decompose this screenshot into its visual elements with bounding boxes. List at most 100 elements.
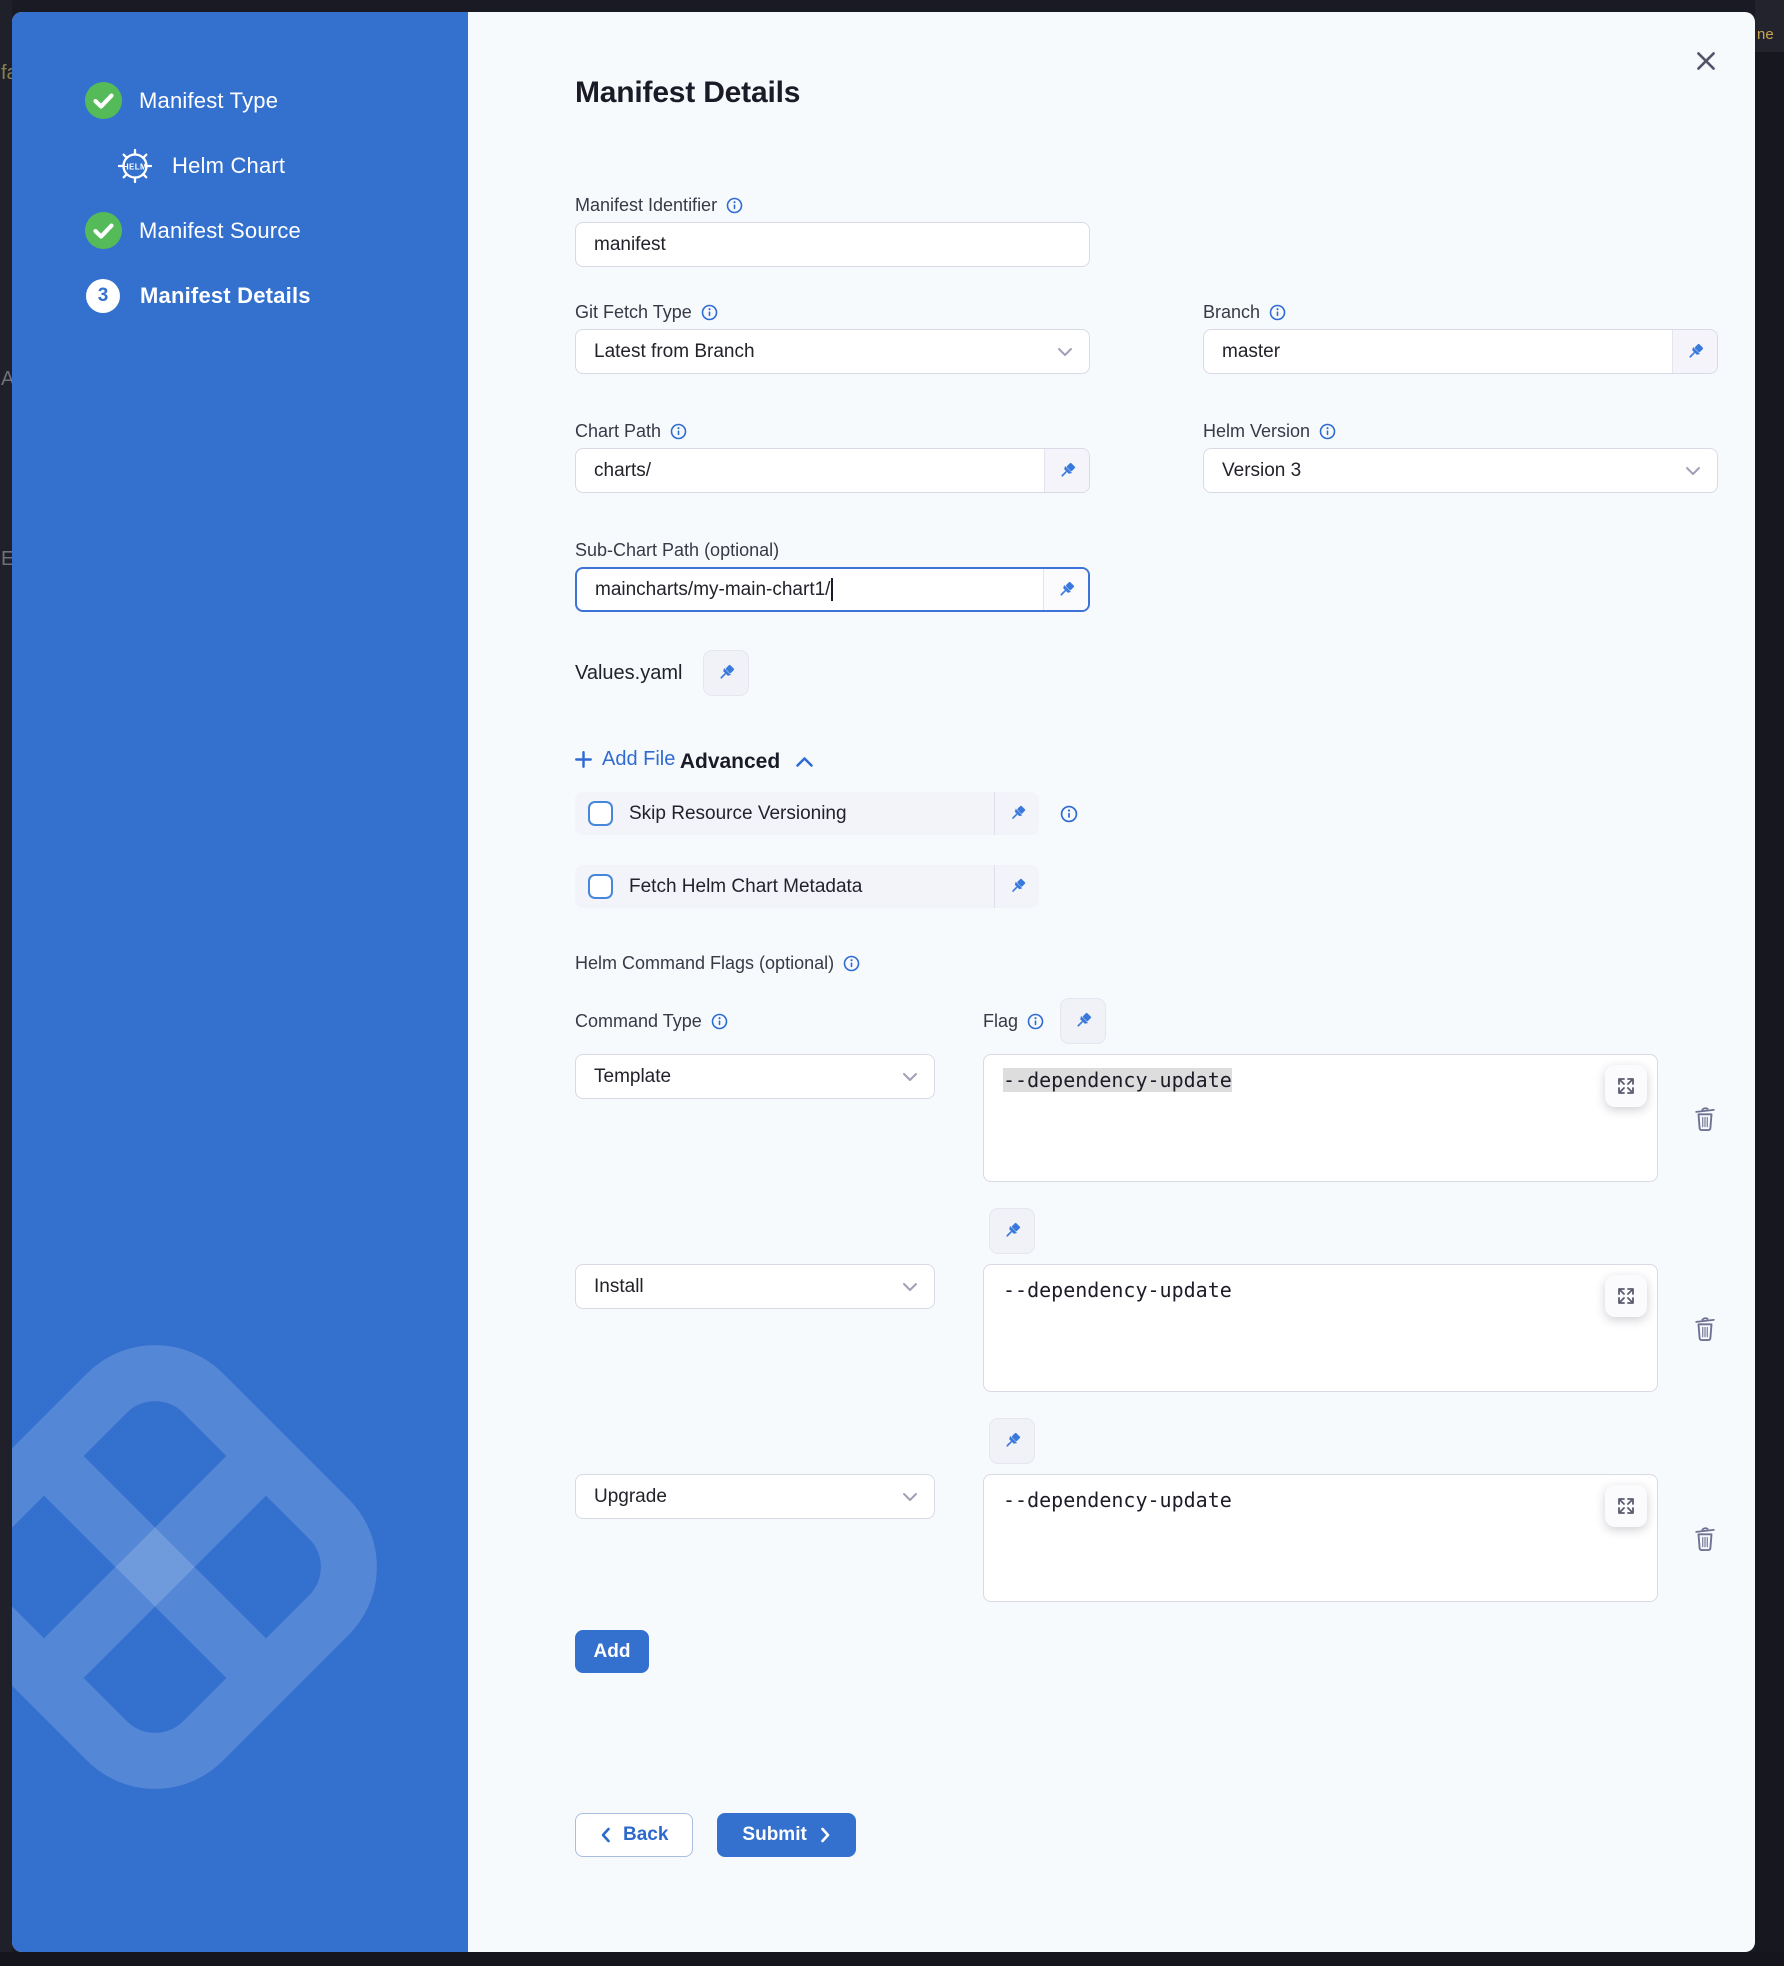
- chevron-down-icon: [902, 1072, 918, 1082]
- plus-icon: [575, 751, 592, 768]
- pin-icon[interactable]: [1044, 449, 1089, 492]
- background-text-fragment: fa: [1, 62, 12, 85]
- flag-textarea[interactable]: --dependency-update: [983, 1264, 1658, 1392]
- branch-label: Branch: [1203, 302, 1260, 323]
- flag-textarea[interactable]: --dependency-update: [983, 1054, 1658, 1182]
- command-type-select[interactable]: Install: [575, 1264, 935, 1309]
- chart-path-field: Chart Path charts/: [575, 420, 1090, 493]
- fetch-helm-chart-metadata-row: Fetch Helm Chart Metadata: [575, 865, 1755, 908]
- flag-row: Command Type Flag: [575, 998, 1755, 1182]
- manifest-identifier-label: Manifest Identifier: [575, 195, 717, 216]
- chevron-right-icon: [820, 1827, 831, 1843]
- flag-textarea[interactable]: --dependency-update: [983, 1474, 1658, 1602]
- step-complete-check-icon: [85, 212, 122, 249]
- text-caret: [831, 578, 833, 601]
- chevron-up-icon: [795, 756, 814, 768]
- chevron-down-icon: [1057, 347, 1073, 357]
- step-complete-check-icon: [85, 82, 122, 119]
- background-page-right-strip: ne: [1755, 0, 1784, 1966]
- chevron-left-icon: [600, 1827, 611, 1843]
- expand-icon[interactable]: [1605, 1065, 1647, 1107]
- pin-icon[interactable]: [1672, 330, 1717, 373]
- add-flag-button[interactable]: Add: [575, 1630, 649, 1673]
- background-text-fragment: Er: [1, 548, 12, 571]
- add-file-button[interactable]: Add File: [575, 748, 675, 771]
- helm-version-select[interactable]: Version 3: [1203, 448, 1718, 493]
- flag-row: Install --dependency-update: [575, 1208, 1755, 1392]
- git-fetch-type-field: Git Fetch Type Latest from Branch: [575, 301, 1090, 374]
- expand-icon[interactable]: [1605, 1485, 1647, 1527]
- helm-wheel-icon: HELM: [112, 143, 158, 189]
- step-manifest-type[interactable]: Manifest Type: [85, 82, 468, 119]
- brand-watermark-logo: [12, 1305, 417, 1828]
- flag-row: Upgrade --dependency-update: [575, 1418, 1755, 1602]
- pin-icon[interactable]: [1043, 569, 1088, 610]
- command-type-label: Command Type: [575, 1011, 702, 1032]
- values-file-label: Values.yaml: [575, 662, 682, 685]
- trash-icon[interactable]: [1688, 1519, 1722, 1557]
- close-icon[interactable]: [1691, 46, 1721, 76]
- step-label: Manifest Details: [140, 283, 311, 309]
- helm-command-flags-section: Command Type Flag: [575, 998, 1755, 1673]
- trash-icon[interactable]: [1688, 1099, 1722, 1137]
- command-type-select[interactable]: Template: [575, 1054, 935, 1099]
- manifest-details-panel: Manifest Details Manifest Identifier man…: [468, 12, 1755, 1952]
- info-icon[interactable]: [670, 423, 687, 440]
- wizard-steps: Manifest Type HELM: [12, 12, 468, 314]
- wizard-sidebar: Manifest Type HELM: [12, 12, 468, 1952]
- trash-icon[interactable]: [1688, 1309, 1722, 1347]
- info-icon[interactable]: [701, 304, 718, 321]
- flag-label: Flag: [983, 1011, 1018, 1032]
- pin-icon[interactable]: [1060, 998, 1106, 1044]
- step-helm-chart-type[interactable]: HELM Helm Chart: [112, 147, 468, 184]
- fetch-helm-chart-metadata-checkbox[interactable]: [588, 874, 613, 899]
- helm-version-label: Helm Version: [1203, 421, 1310, 442]
- pin-icon[interactable]: [995, 803, 1039, 824]
- command-type-select[interactable]: Upgrade: [575, 1474, 935, 1519]
- skip-resource-versioning-row: Skip Resource Versioning: [575, 792, 1755, 835]
- values-file-row: Values.yaml: [575, 650, 1755, 696]
- sub-chart-path-input[interactable]: maincharts/my-main-chart1/: [575, 567, 1090, 612]
- info-icon[interactable]: [1269, 304, 1286, 321]
- info-icon[interactable]: [1027, 1013, 1044, 1030]
- manifest-identifier-field: Manifest Identifier manifest: [575, 194, 1755, 267]
- sub-chart-path-field: Sub-Chart Path (optional) maincharts/my-…: [575, 539, 1755, 612]
- background-page-left-strip: fa Ac Er: [0, 0, 12, 1966]
- chevron-down-icon: [902, 1492, 918, 1502]
- pin-icon[interactable]: [995, 876, 1039, 897]
- info-icon[interactable]: [1319, 423, 1336, 440]
- step-label: Manifest Type: [139, 88, 278, 114]
- info-icon[interactable]: [843, 955, 860, 972]
- step-manifest-source[interactable]: Manifest Source: [85, 212, 468, 249]
- submit-button[interactable]: Submit: [717, 1813, 855, 1857]
- skip-resource-versioning-label: Skip Resource Versioning: [629, 803, 994, 825]
- manifest-identifier-input[interactable]: manifest: [575, 222, 1090, 267]
- advanced-section-toggle[interactable]: Advanced: [680, 750, 814, 774]
- pin-icon[interactable]: [703, 650, 749, 696]
- chevron-down-icon: [1685, 466, 1701, 476]
- skip-resource-versioning-checkbox[interactable]: [588, 801, 613, 826]
- info-icon[interactable]: [1060, 805, 1078, 823]
- back-button[interactable]: Back: [575, 1813, 693, 1857]
- step-manifest-details[interactable]: 3 Manifest Details: [85, 277, 468, 314]
- fetch-helm-chart-metadata-label: Fetch Helm Chart Metadata: [629, 876, 994, 898]
- info-icon[interactable]: [726, 197, 743, 214]
- chart-path-input[interactable]: charts/: [575, 448, 1090, 493]
- git-fetch-type-label: Git Fetch Type: [575, 302, 692, 323]
- background-page-bottom-strip: [0, 1952, 1784, 1966]
- sub-chart-path-label: Sub-Chart Path (optional): [575, 540, 779, 561]
- helm-version-field: Helm Version Version 3: [1203, 420, 1718, 493]
- chart-path-label: Chart Path: [575, 421, 661, 442]
- branch-input[interactable]: master: [1203, 329, 1718, 374]
- git-fetch-type-select[interactable]: Latest from Branch: [575, 329, 1090, 374]
- page-title: Manifest Details: [575, 76, 1755, 110]
- step-label: Manifest Source: [139, 218, 301, 244]
- helm-command-flags-label: Helm Command Flags (optional): [575, 953, 834, 974]
- pin-icon[interactable]: [989, 1418, 1035, 1464]
- expand-icon[interactable]: [1605, 1275, 1647, 1317]
- pin-icon[interactable]: [989, 1208, 1035, 1254]
- helm-icon-text: HELM: [123, 162, 147, 171]
- info-icon[interactable]: [711, 1013, 728, 1030]
- manifest-wizard-modal: Manifest Type HELM: [12, 12, 1755, 1952]
- advanced-label: Advanced: [680, 750, 780, 774]
